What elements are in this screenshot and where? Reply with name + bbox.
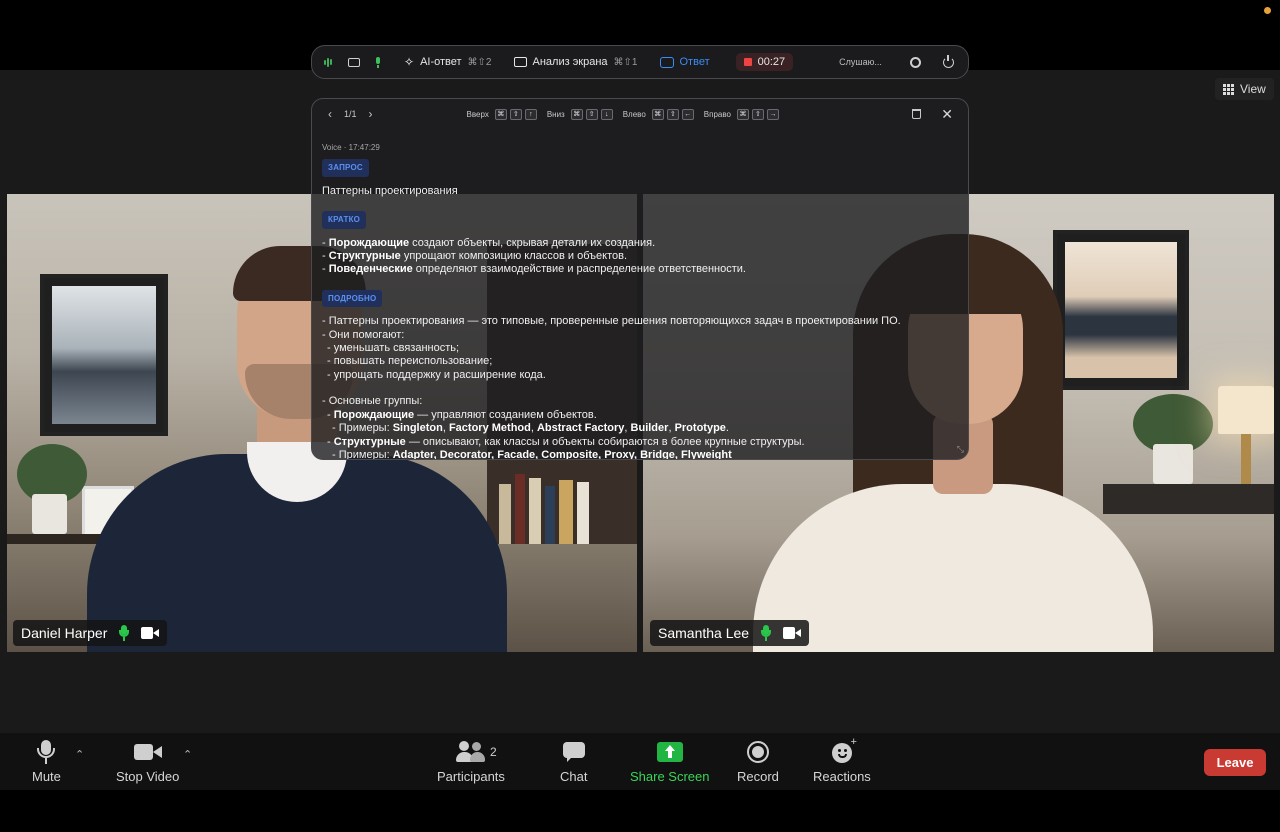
record-label: Record: [737, 769, 779, 784]
close-icon[interactable]: ✕: [941, 106, 953, 123]
chevron-right-icon[interactable]: ›: [369, 107, 373, 121]
video-camera-icon: [141, 627, 160, 639]
request-tag: ЗАПРОС: [322, 159, 369, 177]
shortcut-left: Влево ⌘ ⇧ ←: [623, 108, 694, 120]
chat-button[interactable]: Chat: [560, 740, 587, 784]
mic-on-icon: [117, 625, 131, 641]
timer-value: 00:27: [757, 56, 786, 68]
shortcut-up: Вверх ⌘ ⇧ ↑: [467, 108, 537, 120]
grid-icon: [1223, 83, 1234, 95]
microphone-icon[interactable]: [374, 56, 382, 68]
answer-label: Ответ: [679, 56, 710, 68]
chat-label: Chat: [560, 769, 588, 784]
ai-assistant-bar: ✧ AI-ответ ⌘⇧2 Анализ экрана ⌘⇧1 Ответ 0…: [311, 45, 969, 79]
ai-answer-panel: ‹ 1/1 › Вверх ⌘ ⇧ ↑ Вниз ⌘ ⇧ ↓ Влево ⌘ ⇧ ← Впр…: [311, 98, 969, 460]
name-tag-samantha: Samantha Lee: [650, 620, 810, 646]
detail-line: - упрощать поддержку и расширение кода.: [327, 368, 546, 381]
stop-icon: [743, 58, 752, 66]
ai-answer-shortcut: ⌘⇧2: [467, 56, 492, 68]
video-options-chevron[interactable]: ⌃: [183, 748, 193, 761]
participants-label: Participants: [437, 769, 505, 784]
video-camera-icon: [783, 627, 802, 639]
lamp: [1218, 386, 1274, 434]
mute-button[interactable]: Mute: [32, 740, 61, 784]
chat-icon: [562, 742, 585, 762]
bottom-strip: [0, 790, 1280, 832]
participant-name: Daniel Harper: [21, 625, 108, 641]
request-text: Паттерны проектирования: [322, 184, 458, 197]
view-button[interactable]: View: [1215, 78, 1274, 100]
screen-analysis-button[interactable]: Анализ экрана ⌘⇧1: [513, 56, 638, 68]
plant-pot: [32, 494, 67, 534]
brief-tag: КРАТКО: [322, 211, 367, 229]
detail-line: - уменьшать связанность;: [327, 342, 460, 355]
detail-line: - Примеры: Adapter, Decorator, Facade, C…: [332, 448, 732, 460]
reactions-label: Reactions: [813, 769, 871, 784]
share-screen-icon: [656, 742, 683, 762]
power-icon[interactable]: [943, 54, 954, 68]
ai-answer-label: AI-ответ: [420, 56, 462, 68]
participants-icon: [455, 741, 486, 763]
video-camera-icon: [133, 743, 162, 761]
detail-line: - Структурные — описывают, как классы и …: [327, 435, 805, 448]
audio-wave-icon: [324, 57, 332, 67]
detail-line: - Примеры: Singleton, Factory Method, Ab…: [332, 422, 729, 435]
record-icon: [746, 741, 769, 763]
detail-line: - Порождающие — управляют созданием объе…: [327, 408, 597, 421]
panel-header: ‹ 1/1 › Вверх ⌘ ⇧ ↑ Вниз ⌘ ⇧ ↓ Влево ⌘ ⇧ ← Впр…: [312, 99, 968, 129]
trash-icon[interactable]: [912, 109, 922, 119]
participants-count: 2: [490, 745, 497, 759]
share-screen-button[interactable]: Share Screen: [630, 740, 710, 784]
brief-line-2: - Структурные упрощают композицию классо…: [322, 250, 628, 263]
mic-on-icon: [759, 625, 773, 641]
ai-answer-button[interactable]: ✧ AI-ответ ⌘⇧2: [404, 55, 492, 69]
share-screen-label: Share Screen: [630, 769, 710, 784]
detail-line: - Паттерны проектирования — это типовые,…: [322, 315, 901, 328]
status-dot: [1264, 7, 1271, 14]
brief-line-3: - Поведенческие определяют взаимодействи…: [322, 263, 746, 276]
reactions-icon: +: [830, 737, 857, 764]
reactions-button[interactable]: + Reactions: [813, 737, 871, 785]
screen-analysis-shortcut: ⌘⇧1: [613, 56, 638, 68]
mute-label: Mute: [32, 769, 61, 784]
record-button[interactable]: Record: [737, 740, 779, 784]
answer-content: Voice · 17:47:29 ЗАПРОС Паттерны проекти…: [322, 141, 960, 460]
answer-button[interactable]: Ответ: [659, 56, 710, 68]
chevron-left-icon[interactable]: ‹: [328, 107, 332, 121]
detail-line: - Основные группы:: [322, 395, 423, 408]
screen-analysis-label: Анализ экрана: [532, 56, 608, 68]
screen-capture-icon: [513, 57, 527, 67]
brief-line-1: - Порождающие создают объекты, скрывая д…: [322, 236, 656, 249]
detail-line: - повышать переиспользование;: [327, 355, 493, 368]
participant-name: Samantha Lee: [658, 625, 750, 641]
answer-meta: Voice · 17:47:29: [322, 143, 380, 152]
resize-handle-icon[interactable]: ⤡: [957, 444, 964, 455]
shortcut-down: Вниз ⌘ ⇧ ↓: [547, 108, 613, 120]
microphone-icon: [35, 740, 57, 764]
stop-video-button[interactable]: Stop Video: [116, 740, 179, 784]
recording-timer[interactable]: 00:27: [735, 53, 794, 71]
window-icon[interactable]: [348, 57, 360, 67]
sparkle-icon: ✧: [404, 55, 415, 69]
view-label: View: [1240, 82, 1266, 96]
stop-video-label: Stop Video: [116, 769, 180, 784]
answer-icon: [659, 56, 674, 68]
detail-line: - Они помогают:: [322, 328, 405, 341]
audio-options-chevron[interactable]: ⌃: [75, 748, 85, 761]
detail-tag: ПОДРОБНО: [322, 289, 383, 308]
pager: 1/1: [344, 109, 357, 119]
leave-button[interactable]: Leave: [1204, 749, 1266, 776]
gear-icon[interactable]: [910, 56, 921, 68]
listening-status: Слушаю...: [839, 57, 882, 67]
shortcut-right: Вправо ⌘ ⇧ →: [704, 108, 779, 120]
name-tag-daniel: Daniel Harper: [13, 620, 168, 646]
